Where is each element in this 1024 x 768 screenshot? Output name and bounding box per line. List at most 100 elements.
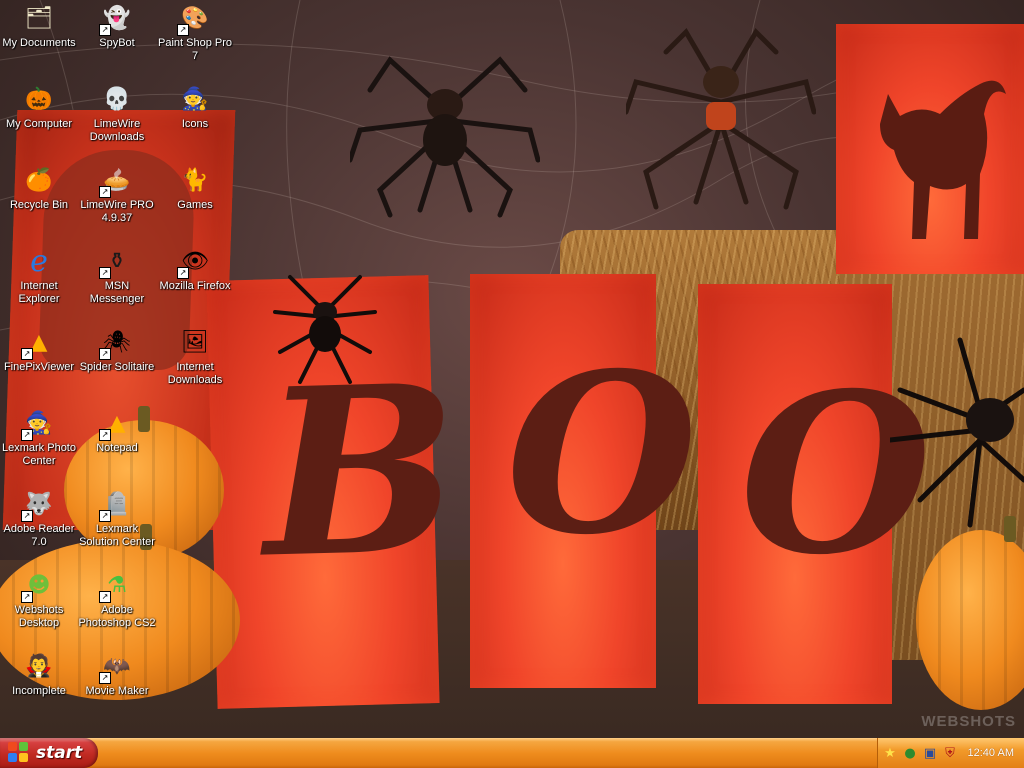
desktop-icon-label: Lexmark Solution Center bbox=[79, 523, 155, 548]
werewolf-icon: 🐺 ↗ bbox=[21, 488, 55, 522]
desktop-icon-label: Notepad bbox=[96, 442, 138, 454]
desktop-icon-lexmark-photo-center[interactable]: 🧙 ↗ Lexmark Photo Center bbox=[0, 407, 78, 468]
candy-corn-icon: ▲ ↗ bbox=[21, 326, 55, 360]
shortcut-arrow-icon: ↗ bbox=[21, 429, 33, 441]
clock[interactable]: 12:40 AM bbox=[968, 747, 1014, 759]
shortcut-arrow-icon: ↗ bbox=[177, 267, 189, 279]
desktop-icon-label: Internet Explorer bbox=[18, 280, 60, 305]
desktop-icon-label: Movie Maker bbox=[85, 685, 149, 697]
start-button[interactable]: start bbox=[0, 738, 98, 768]
desktop-icon-games[interactable]: 🐈 Games bbox=[156, 164, 234, 212]
witch-hat-icon: 🧙 bbox=[181, 86, 209, 112]
potion-bottle-icon: ⚗ ↗ bbox=[99, 569, 133, 603]
frankenstein-icon: ☻ ↗ bbox=[21, 569, 55, 603]
desktop-icon-label: Incomplete bbox=[12, 685, 66, 697]
boo-lantern-o2: O bbox=[698, 284, 932, 704]
desktop-icon-internet-downloads[interactable]: 🖼 Internet Downloads bbox=[156, 326, 234, 387]
shortcut-arrow-icon: ↗ bbox=[99, 348, 111, 360]
desktop-icon-icons[interactable]: 🧙 Icons bbox=[156, 83, 234, 131]
recycle-bin-icon: 🍊 bbox=[25, 167, 53, 193]
desktop-icon-label: Mozilla Firefox bbox=[159, 280, 231, 292]
desktop-icon-adobe-photoshop-cs2[interactable]: ⚗ ↗ Adobe Photoshop CS2 bbox=[78, 569, 156, 630]
cat-lantern bbox=[836, 24, 1024, 274]
desktop-icon-spybot[interactable]: 👻 ↗ SpyBot bbox=[78, 2, 156, 50]
desktop-icon-internet-explorer[interactable]: e Internet Explorer bbox=[0, 243, 78, 306]
desktop-icon-label: Lexmark Photo Center bbox=[2, 442, 76, 467]
skull-folder-icon: 💀 bbox=[103, 86, 131, 112]
spider-large-left bbox=[350, 56, 540, 218]
desktop-icon-label: Recycle Bin bbox=[9, 199, 69, 211]
desktop-icon-mozilla-firefox[interactable]: 👁 ↗ Mozilla Firefox bbox=[156, 245, 234, 293]
shortcut-arrow-icon: ↗ bbox=[99, 591, 111, 603]
shortcut-arrow-icon: ↗ bbox=[99, 186, 111, 198]
display-icon[interactable]: ▣ bbox=[922, 745, 938, 761]
desktop-icon-label: Webshots Desktop bbox=[14, 604, 64, 629]
spider-right bbox=[890, 337, 1024, 528]
spider-on-b bbox=[273, 275, 377, 384]
desktop-icon-label: FinePixViewer bbox=[3, 361, 75, 373]
haunted-portrait-icon: 🖼 bbox=[181, 329, 209, 355]
taskbar: start ★ ● ▣ ⛨ 12:40 AM bbox=[0, 738, 1024, 768]
desktop-icon-label: Games bbox=[177, 199, 213, 211]
desktop-icon-label: My Computer bbox=[5, 118, 73, 130]
desktop-icon-spider-solitaire[interactable]: 🕷 ↗ Spider Solitaire bbox=[78, 326, 156, 374]
desktop-icon-incomplete[interactable]: 🧛 Incomplete bbox=[0, 650, 78, 698]
desktop-icon-limewire-downloads[interactable]: 💀 LimeWire Downloads bbox=[78, 83, 156, 144]
my-documents-icon: 🗂 bbox=[25, 5, 53, 31]
spider-large-center bbox=[626, 27, 816, 210]
black-cat-silhouette bbox=[880, 80, 1006, 240]
desktop-icon-label: MSN Messenger bbox=[89, 280, 145, 305]
desktop-icon-msn-messenger[interactable]: ⚱ ↗ MSN Messenger bbox=[78, 245, 156, 306]
windows-logo-icon bbox=[8, 742, 30, 764]
desktop-icon-label: Internet Downloads bbox=[167, 361, 223, 386]
desktop-icon-recycle-bin[interactable]: 🍊 Recycle Bin bbox=[0, 164, 78, 212]
desktop-icon-label: Adobe Reader 7.0 bbox=[3, 523, 75, 548]
shortcut-arrow-icon: ↗ bbox=[99, 24, 111, 36]
bat-icon: 🦇 ↗ bbox=[99, 650, 133, 684]
spybot-ghost-icon: 👻 ↗ bbox=[99, 2, 133, 36]
desktop-icon-label: LimeWire PRO 4.9.37 bbox=[80, 199, 154, 224]
desktop-icon-my-computer[interactable]: 🎃 My Computer bbox=[0, 83, 78, 131]
star-icon[interactable]: ★ bbox=[882, 745, 898, 761]
desktop-icon-adobe-reader-7-0[interactable]: 🐺 ↗ Adobe Reader 7.0 bbox=[0, 488, 78, 549]
desktop-icon-label: Icons bbox=[181, 118, 209, 130]
spider-icon: 🕷 ↗ bbox=[99, 326, 133, 360]
desktop-icon-finepixviewer[interactable]: ▲ ↗ FinePixViewer bbox=[0, 326, 78, 374]
desktop-icon-lexmark-solution-center[interactable]: 🪦 ↗ Lexmark Solution Center bbox=[78, 488, 156, 549]
network-user-icon[interactable]: ● bbox=[902, 745, 918, 761]
shortcut-arrow-icon: ↗ bbox=[99, 510, 111, 522]
paint-shop-pro-icon: 🎨 ↗ bbox=[177, 2, 211, 36]
desktop-icon-label: SpyBot bbox=[99, 37, 135, 49]
cauldron-icon: ⚱ ↗ bbox=[99, 245, 133, 279]
desktop-icon-paint-shop-pro-7[interactable]: 🎨 ↗ Paint Shop Pro 7 bbox=[156, 2, 234, 63]
boo-lantern-o1: O bbox=[470, 274, 698, 688]
shortcut-arrow-icon: ↗ bbox=[21, 510, 33, 522]
shortcut-arrow-icon: ↗ bbox=[99, 267, 111, 279]
system-tray: ★ ● ▣ ⛨ 12:40 AM bbox=[877, 738, 1024, 768]
black-cat-icon: 🐈 bbox=[181, 167, 209, 193]
shortcut-arrow-icon: ↗ bbox=[21, 591, 33, 603]
webshots-watermark: WEBSHOTS bbox=[921, 713, 1016, 730]
internet-explorer-icon: e bbox=[30, 243, 48, 279]
desktop-icon-label: LimeWire Downloads bbox=[89, 118, 145, 143]
desktop-icon-label: Paint Shop Pro 7 bbox=[158, 37, 232, 62]
vampire-icon: 🧛 bbox=[25, 653, 53, 679]
shortcut-arrow-icon: ↗ bbox=[21, 348, 33, 360]
shield-icon[interactable]: ⛨ bbox=[942, 745, 958, 761]
eyeball-icon: 👁 ↗ bbox=[177, 245, 211, 279]
desktop-icon-label: Adobe Photoshop CS2 bbox=[78, 604, 156, 629]
shortcut-arrow-icon: ↗ bbox=[177, 24, 189, 36]
limewire-pie-icon: 🥧 ↗ bbox=[99, 164, 133, 198]
shortcut-arrow-icon: ↗ bbox=[99, 672, 111, 684]
boo-letter-o1: O bbox=[506, 324, 698, 583]
desktop-icon-my-documents[interactable]: 🗂 My Documents bbox=[0, 2, 78, 50]
witch-icon: 🧙 ↗ bbox=[21, 407, 55, 441]
pumpkin-computer-icon: 🎃 bbox=[25, 86, 53, 112]
desktop-icon-label: Spider Solitaire bbox=[79, 361, 155, 373]
start-label: start bbox=[36, 743, 83, 763]
desktop-icon-notepad[interactable]: ▲ ↗ Notepad bbox=[78, 407, 156, 455]
desktop-icon-limewire-pro-4-9-37[interactable]: 🥧 ↗ LimeWire PRO 4.9.37 bbox=[78, 164, 156, 225]
desktop-icon-webshots-desktop[interactable]: ☻ ↗ Webshots Desktop bbox=[0, 569, 78, 630]
desktop-icon-movie-maker[interactable]: 🦇 ↗ Movie Maker bbox=[78, 650, 156, 698]
candy-corn-icon: ▲ ↗ bbox=[99, 407, 133, 441]
